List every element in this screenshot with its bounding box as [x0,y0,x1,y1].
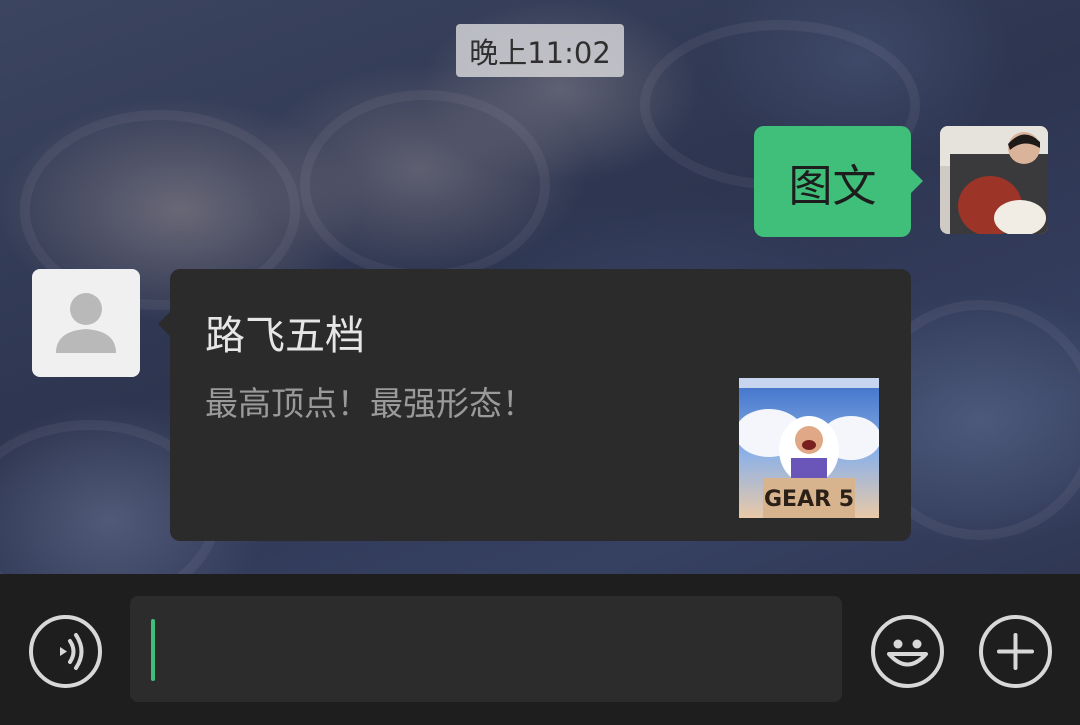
contact-avatar[interactable] [32,269,140,377]
my-avatar-photo [940,126,1048,234]
plus-icon [997,633,1034,670]
default-user-icon [56,293,116,353]
my-message-bubble[interactable]: 图文 [754,126,923,237]
link-card-title: 路飞五档 [205,313,365,359]
message-input[interactable] [130,596,842,702]
emoji-icon [887,639,928,667]
thumbnail-image: GEAR 5 [739,378,879,518]
link-card-message[interactable]: 路飞五档 最高顶点！最强形态！ GEAR 5 [158,269,911,541]
voice-button[interactable] [29,615,102,688]
more-options-button[interactable] [979,615,1052,688]
background-swirl [300,90,550,280]
message-timestamp: 晚上11:02 [456,24,624,77]
link-card-description: 最高顶点！最强形态！ [205,384,535,423]
my-message-text: 图文 [788,160,877,212]
text-cursor [151,619,155,681]
chat-screen: 晚上11:02 图文 路飞五档 最高顶点！最强形态！ GEAR 5 [0,0,1080,725]
my-avatar[interactable] [940,126,1048,234]
input-toolbar [0,574,1080,725]
link-card-thumbnail: GEAR 5 [739,378,879,518]
thumbnail-logo-text: GEAR 5 [764,487,854,512]
emoji-button[interactable] [871,615,944,688]
voice-icon [60,633,84,670]
